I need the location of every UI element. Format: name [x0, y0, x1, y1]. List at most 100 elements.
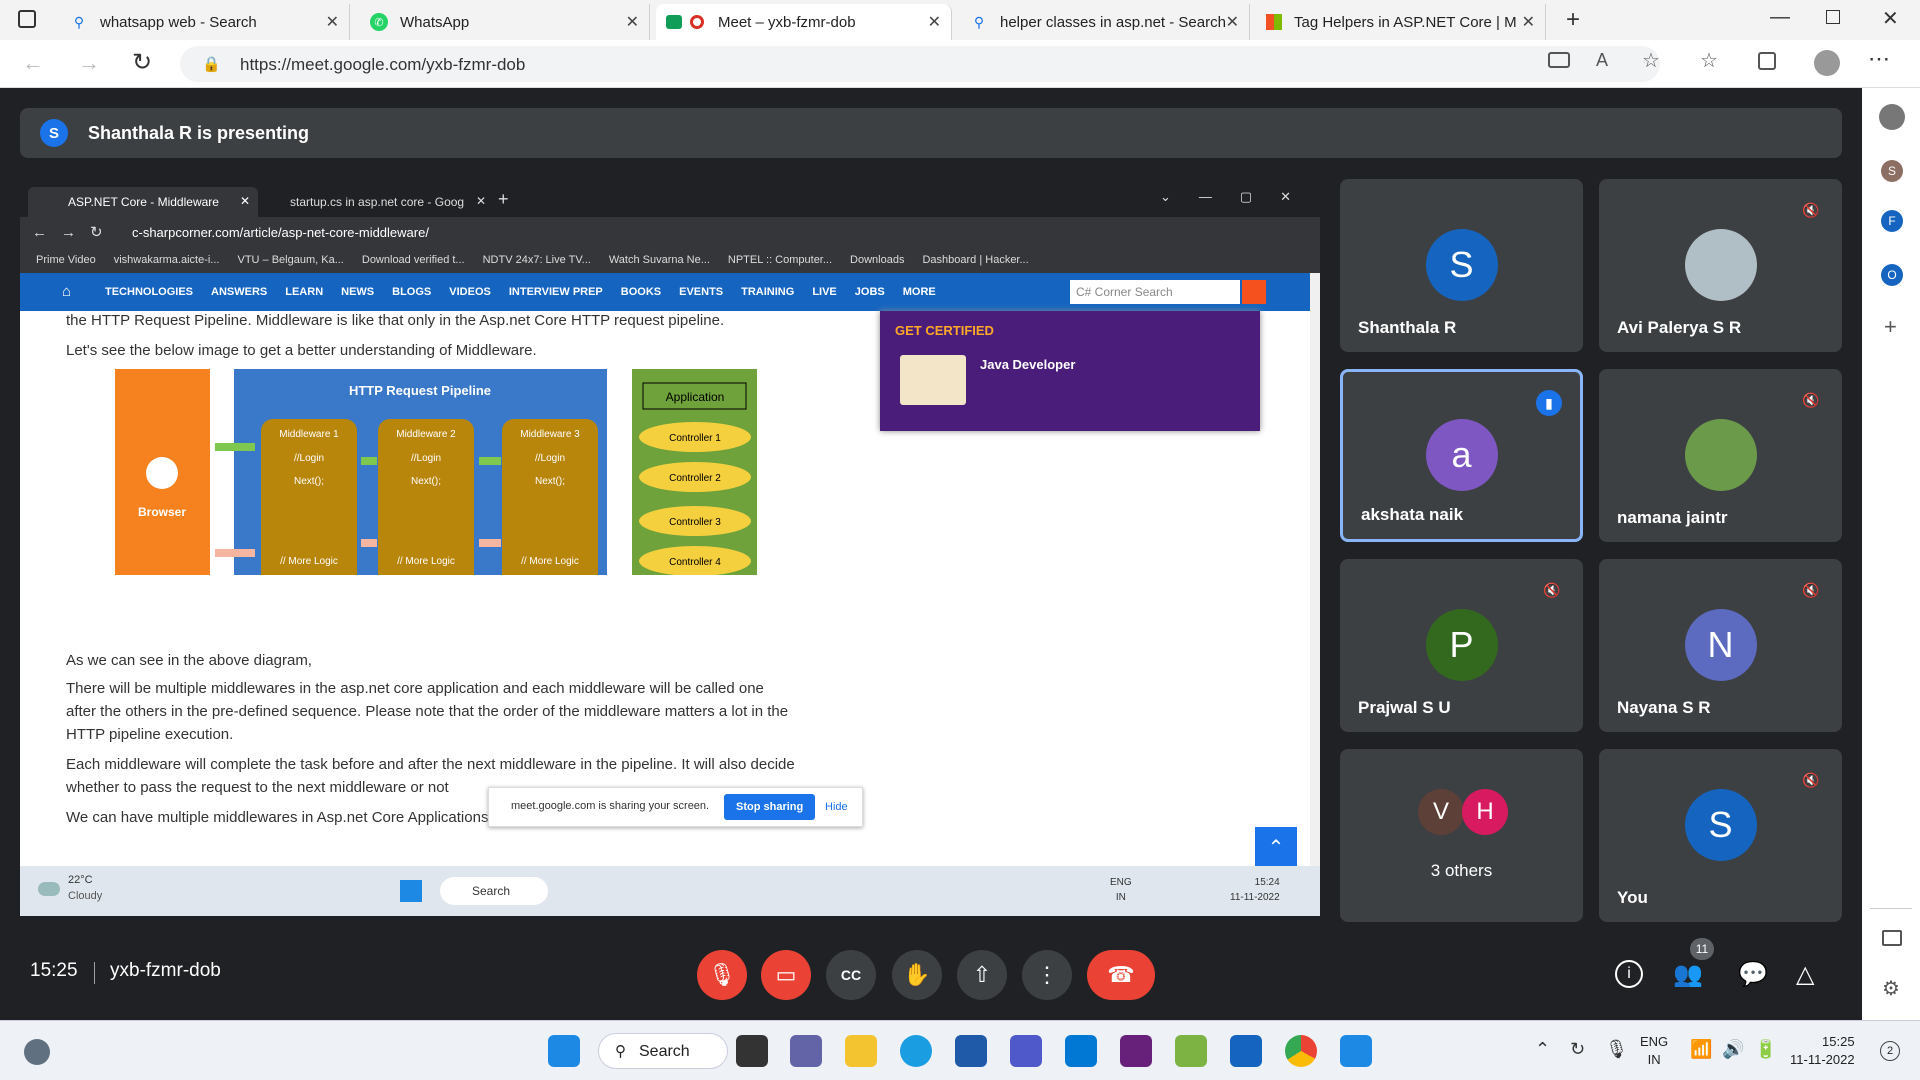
collections-icon[interactable]	[1758, 52, 1776, 70]
tab-title: Meet – yxb-fzmr-dob	[718, 13, 856, 31]
network-volume-battery[interactable]: 📶🔊🔋	[1690, 1039, 1787, 1060]
raise-hand-button[interactable]: ✋	[892, 950, 942, 1000]
browser-logos-icon	[146, 457, 178, 489]
participant-avatar: P	[1425, 609, 1498, 681]
diagram-mw-label: Middleware 3	[520, 429, 580, 440]
back-icon[interactable]: ←	[22, 50, 44, 76]
close-icon[interactable]: ✕	[928, 12, 941, 32]
shared-tab-active: ASP.NET Core - Middleware ✕	[28, 187, 258, 217]
tab-helper-search[interactable]: ⚲ helper classes in asp.net - Search ✕	[960, 4, 1250, 40]
edge-icon[interactable]	[900, 1035, 932, 1067]
close-icon[interactable]: ✕	[1226, 12, 1239, 32]
language-indicator[interactable]: ENG IN	[1640, 1033, 1668, 1069]
camera-off-button[interactable]: ▭	[761, 950, 811, 1000]
participant-tile-self[interactable]: 🔇 S You	[1599, 749, 1842, 922]
tray-icons[interactable]: ⌃↻🎙	[1535, 1039, 1648, 1060]
participant-tile-speaking[interactable]: ▮ a akshata naik	[1340, 369, 1583, 542]
sidebar-item[interactable]: F	[1881, 210, 1903, 232]
minimize-button[interactable]: —	[1770, 6, 1790, 29]
mic-off-button[interactable]: 🎙	[697, 950, 747, 1000]
vscode-icon[interactable]	[1065, 1035, 1097, 1067]
tab-meet[interactable]: Meet – yxb-fzmr-dob ✕	[656, 4, 952, 40]
favorites-icon[interactable]: ☆	[1700, 48, 1718, 73]
nav-item: INTERVIEW PREP	[508, 286, 603, 298]
favorite-add-icon[interactable]: ☆	[1642, 48, 1660, 73]
activities-icon[interactable]: △	[1796, 960, 1814, 989]
store-icon[interactable]	[955, 1035, 987, 1067]
nav-item: TRAINING	[741, 286, 795, 298]
notification-badge[interactable]: 2	[1880, 1041, 1900, 1061]
profile-avatar[interactable]	[1814, 50, 1840, 76]
participant-name: Shanthala R	[1358, 318, 1457, 337]
url-field[interactable]: 🔒 https://meet.google.com/yxb-fzmr-dob	[180, 46, 1660, 82]
camera-icon[interactable]	[1548, 52, 1570, 68]
photos-icon[interactable]	[1340, 1035, 1372, 1067]
whatsapp-icon: ✆	[370, 13, 388, 31]
leave-call-button[interactable]: ☎	[1087, 950, 1155, 1000]
windows-taskbar: ⚲ Search ⌃↻🎙 ENG IN 📶🔊🔋 15:25 11-11-2022…	[0, 1020, 1920, 1080]
tab-whatsapp-search[interactable]: ⚲ whatsapp web - Search ✕	[60, 4, 350, 40]
forward-icon[interactable]: →	[78, 50, 100, 76]
participant-tile[interactable]: S Shanthala R	[1340, 179, 1583, 352]
close-icon[interactable]: ✕	[626, 12, 639, 32]
participant-tile[interactable]: 🔇 P Prajwal S U	[1340, 559, 1583, 732]
shared-tab-title: startup.cs in asp.net core - Goog	[290, 195, 465, 209]
refresh-icon[interactable]: ↻	[132, 48, 152, 77]
diagram-mw-label: Middleware 1	[279, 429, 339, 440]
tab-title: whatsapp web - Search	[100, 13, 257, 31]
read-aloud-icon[interactable]: A	[1596, 50, 1608, 71]
chrome-icon[interactable]	[1285, 1035, 1317, 1067]
more-options-button[interactable]: ⋮	[1022, 950, 1072, 1000]
captions-button[interactable]: CC	[826, 950, 876, 1000]
tab-whatsapp[interactable]: ✆ WhatsApp ✕	[360, 4, 650, 40]
participant-name: You	[1617, 888, 1648, 907]
participant-tile[interactable]: 🔇 Avi Palerya S R	[1599, 179, 1842, 352]
paint-icon[interactable]	[1175, 1035, 1207, 1067]
article-paragraph: HTTP pipeline execution.	[66, 726, 234, 743]
add-icon[interactable]: +	[1884, 314, 1897, 340]
participant-tile-others[interactable]: V H 3 others	[1340, 749, 1583, 922]
file-explorer-icon[interactable]	[845, 1035, 877, 1067]
scroll-top-button: ⌃	[1255, 827, 1297, 867]
widgets-icon[interactable]	[24, 1039, 50, 1065]
more-menu-icon[interactable]: ⋯	[1868, 46, 1890, 72]
info-icon[interactable]: i	[1615, 960, 1643, 988]
sidebar-item[interactable]: S	[1881, 160, 1903, 182]
maximize-button[interactable]	[1826, 10, 1840, 24]
meeting-code: yxb-fzmr-dob	[110, 960, 221, 981]
present-button[interactable]: ⇧	[957, 950, 1007, 1000]
diagram-app-label: Application	[666, 390, 725, 404]
ad-subtitle: Java Developer	[980, 357, 1076, 372]
diagram-login: //Login	[294, 453, 324, 464]
meeting-time: 15:25	[30, 960, 78, 981]
chat-icon[interactable]: 💬	[1738, 960, 1768, 989]
sidebar-hide-icon[interactable]	[1882, 930, 1902, 946]
taskbar-search[interactable]: ⚲ Search	[598, 1033, 728, 1069]
ad-title: GET CERTIFIED	[895, 323, 994, 338]
participant-tile[interactable]: 🔇 N Nayana S R	[1599, 559, 1842, 732]
new-tab-button[interactable]: +	[1566, 6, 1580, 34]
clock[interactable]: 15:25 11-11-2022	[1790, 1033, 1855, 1069]
visual-studio-icon[interactable]	[1120, 1035, 1152, 1067]
nav-item: BOOKS	[620, 286, 662, 298]
participant-tile[interactable]: 🔇 namana jaintr	[1599, 369, 1842, 542]
close-icon[interactable]: ✕	[326, 12, 339, 32]
tab-tag-helpers[interactable]: Tag Helpers in ASP.NET Core | M ✕	[1256, 4, 1546, 40]
tab-actions-icon[interactable]	[18, 10, 36, 28]
sidebar-profile-icon[interactable]	[1879, 104, 1905, 130]
chat-app-icon[interactable]	[790, 1035, 822, 1067]
settings-icon[interactable]: ⚙	[1882, 976, 1900, 1001]
notepad-icon[interactable]	[1230, 1035, 1262, 1067]
participant-avatar: S	[1684, 789, 1757, 861]
close-window-button[interactable]: ✕	[1882, 6, 1899, 31]
teams-icon[interactable]	[1010, 1035, 1042, 1067]
sidebar-item[interactable]: O	[1881, 264, 1903, 286]
controller-label: Controller 2	[669, 473, 721, 484]
start-icon[interactable]	[548, 1035, 580, 1067]
close-icon[interactable]: ✕	[1522, 12, 1535, 32]
weather-desc: Cloudy	[68, 890, 103, 902]
participant-avatar: H	[1462, 789, 1508, 835]
mic-off-icon: 🔇	[1798, 387, 1824, 413]
task-view-icon[interactable]	[736, 1035, 768, 1067]
people-icon[interactable]: 👥	[1673, 960, 1703, 989]
